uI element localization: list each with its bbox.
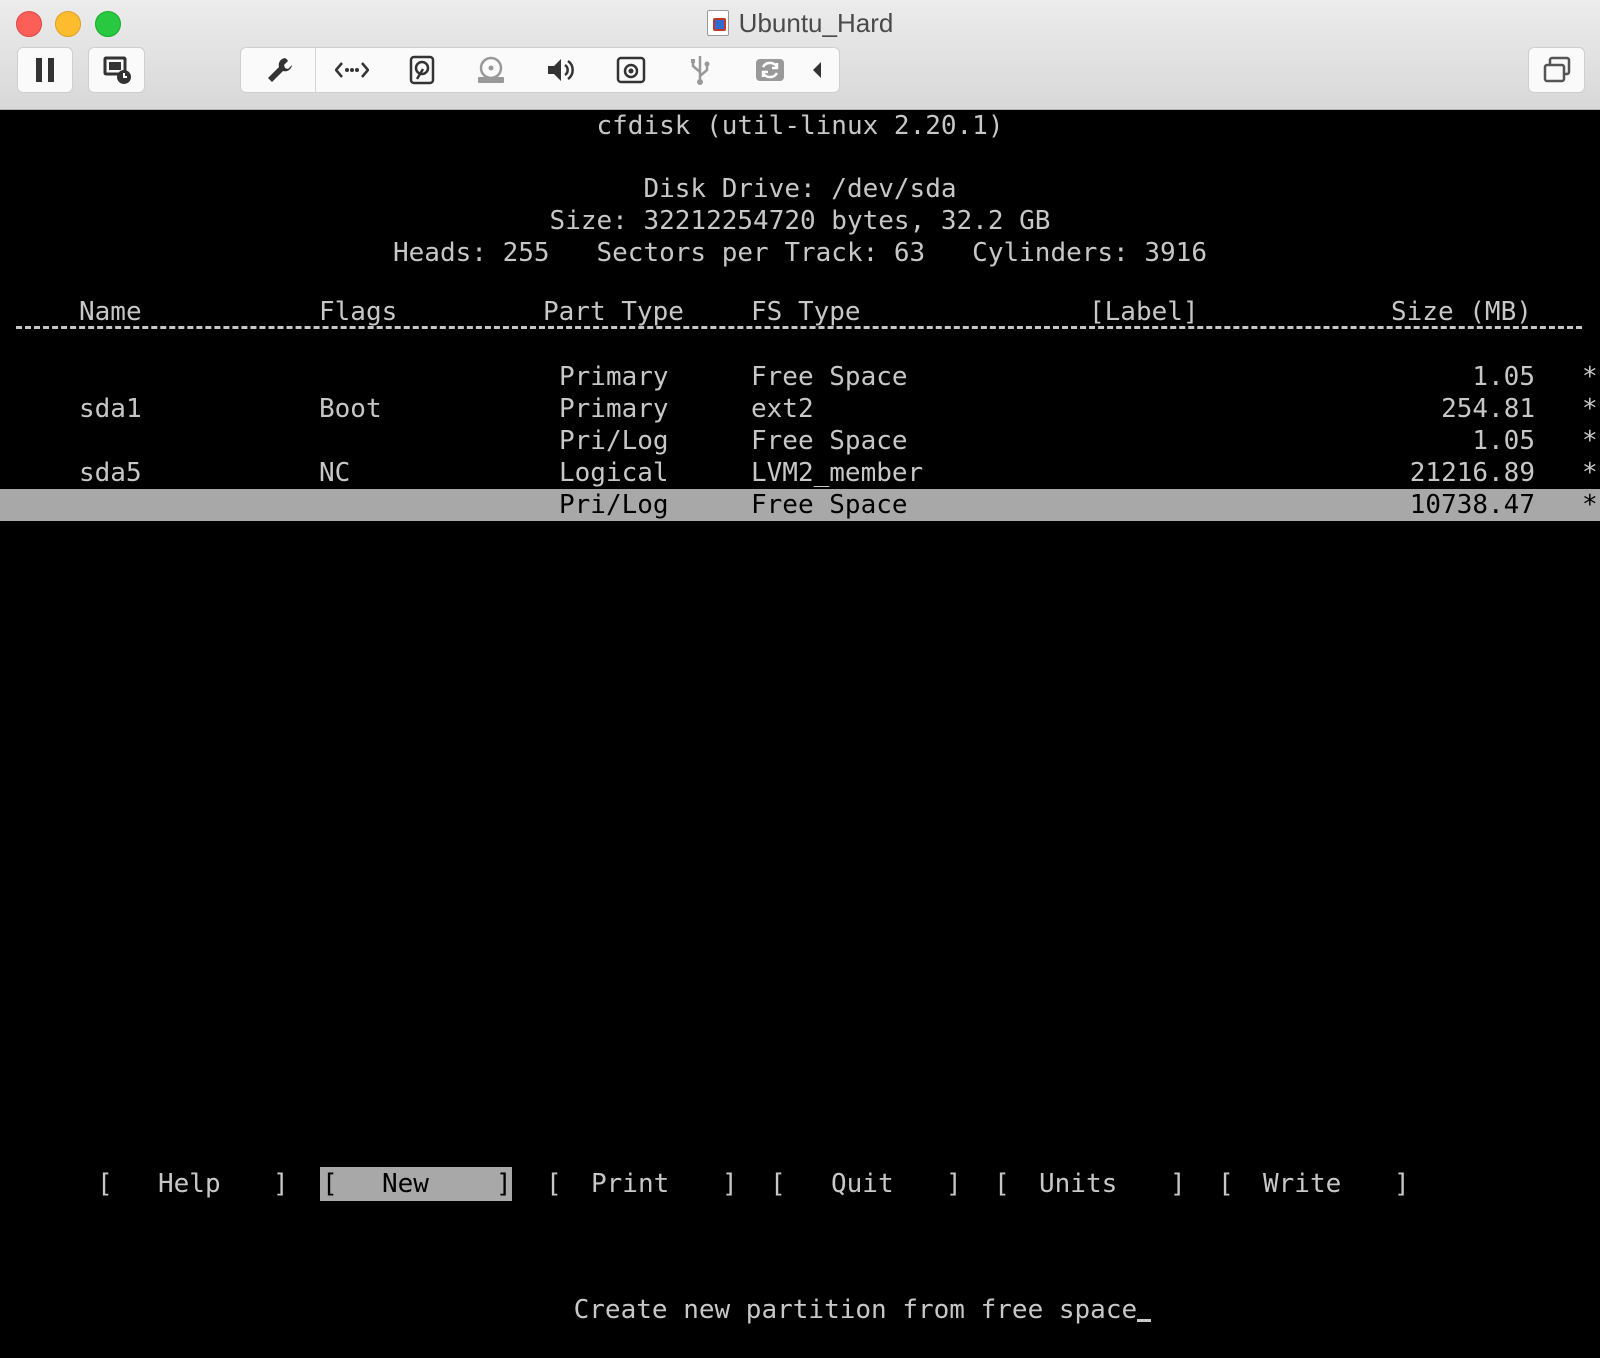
camera-icon <box>616 56 646 84</box>
menu-open-bracket: [ <box>546 1169 562 1199</box>
menu-close-bracket: ] <box>273 1169 289 1199</box>
menu-label: Quit <box>831 1169 894 1199</box>
menu-close-bracket: ] <box>722 1169 738 1199</box>
usb-icon <box>691 56 710 85</box>
menu-label: Write <box>1263 1169 1342 1199</box>
hard-disk-icon <box>409 55 435 85</box>
menu-help[interactable]: [ Help ] <box>95 1167 290 1201</box>
column-header-size: Size (MB) <box>1391 297 1532 327</box>
partition-size: 21216.89 <box>1409 458 1535 488</box>
menu-open-bracket: [ <box>97 1169 113 1199</box>
partition-marker: * <box>1582 362 1598 392</box>
disk-size-line: Size: 32212254720 bytes, 32.2 GB <box>549 206 1051 236</box>
column-header-flags: Flags <box>319 297 398 327</box>
usb-button[interactable] <box>665 48 735 92</box>
partition-size: 254.81 <box>1441 394 1535 424</box>
partition-fs-type: Free Space <box>751 362 908 392</box>
hard-disk-button[interactable] <box>387 48 457 92</box>
cd-dvd-button[interactable] <box>456 48 526 92</box>
header-divider <box>16 326 1582 329</box>
partition-part-type: Pri/Log <box>559 426 669 456</box>
pause-button[interactable] <box>17 47 73 93</box>
partition-part-type: Logical <box>559 458 669 488</box>
unity-window-button[interactable] <box>1528 47 1585 93</box>
sharing-icon <box>756 59 784 81</box>
disk-drive-line: Disk Drive: /dev/sda <box>643 174 957 204</box>
menu-close-bracket: ] <box>1394 1169 1410 1199</box>
menu-print[interactable]: [ Print ] <box>544 1167 739 1201</box>
column-header-fs-type: FS Type <box>751 297 861 327</box>
partition-size: 1.05 <box>1472 362 1535 392</box>
pause-icon <box>36 58 54 82</box>
partition-fs-type: ext2 <box>751 394 814 424</box>
status-line: Create new partition from free space <box>511 1262 1152 1358</box>
menu-quit[interactable]: [ Quit ] <box>768 1167 963 1201</box>
toolbar-separator <box>315 48 316 92</box>
menu-write[interactable]: [ Write ] <box>1216 1167 1411 1201</box>
partition-size: 10738.47 <box>1409 490 1535 520</box>
partition-marker: * <box>1582 426 1598 456</box>
partition-row[interactable]: sda5 NC Logical LVM2_member 21216.89 * <box>0 457 1600 489</box>
partition-marker: * <box>1582 458 1598 488</box>
menu-label: New <box>382 1169 429 1199</box>
wrench-icon <box>268 58 292 82</box>
partition-marker: * <box>1582 394 1598 424</box>
camera-button[interactable] <box>596 48 666 92</box>
partition-fs-type: LVM2_member <box>751 458 924 488</box>
partition-size: 1.05 <box>1472 426 1535 456</box>
sharing-button[interactable] <box>735 48 805 92</box>
menu-open-bracket: [ <box>994 1169 1010 1199</box>
partition-row[interactable]: Primary Free Space 1.05 * <box>0 361 1600 393</box>
column-header-label: [Label] <box>1089 297 1199 327</box>
partition-part-type: Primary <box>559 394 669 424</box>
partition-part-type: Pri/Log <box>559 490 669 520</box>
menu-open-bracket: [ <box>1218 1169 1234 1199</box>
menu-units[interactable]: [ Units ] <box>992 1167 1187 1201</box>
vm-console[interactable]: cfdisk (util-linux 2.20.1) Disk Drive: /… <box>0 110 1600 1325</box>
partition-marker: * <box>1582 490 1598 520</box>
menu-open-bracket: [ <box>322 1169 338 1199</box>
cfdisk-menu: [ Help ] [ New ] [ Print ] [ Quit ] [ Un… <box>0 1167 1600 1201</box>
network-icon <box>335 62 369 78</box>
menu-open-bracket: [ <box>770 1169 786 1199</box>
menu-close-bracket: ] <box>946 1169 962 1199</box>
text-cursor <box>1137 1319 1152 1322</box>
partition-row-selected[interactable]: Pri/Log Free Space 10738.47 * <box>0 489 1600 521</box>
cd-dvd-icon <box>478 56 504 83</box>
window-title: Ubuntu_Hard <box>0 7 1600 39</box>
vm-document-icon <box>706 10 729 36</box>
partition-fs-type: Free Space <box>751 490 908 520</box>
column-header-name: Name <box>79 297 142 327</box>
snapshot-button[interactable] <box>88 47 145 93</box>
sound-icon <box>548 59 574 81</box>
window-icon <box>1543 56 1570 83</box>
status-text: Create new partition from free space <box>573 1295 1138 1325</box>
menu-label: Units <box>1039 1169 1118 1199</box>
partition-flags: NC <box>319 458 351 488</box>
snapshot-icon <box>103 56 131 84</box>
partition-row[interactable]: Pri/Log Free Space 1.05 * <box>0 425 1600 457</box>
partition-row[interactable]: sda1 Boot Primary ext2 254.81 * <box>0 393 1600 425</box>
window-title-text: Ubuntu_Hard <box>738 8 894 38</box>
program-title: cfdisk (util-linux 2.20.1) <box>596 111 1004 141</box>
device-toolbar <box>240 47 840 93</box>
window-titlebar: Ubuntu_Hard <box>0 0 1600 110</box>
partition-flags: Boot <box>319 394 382 424</box>
disk-geometry-line: Heads: 255 Sectors per Track: 63 Cylinde… <box>393 238 1207 268</box>
sound-button[interactable] <box>526 48 596 92</box>
partition-name: sda5 <box>79 458 142 488</box>
menu-label: Print <box>591 1169 670 1199</box>
collapse-toolbar-button[interactable] <box>797 48 837 92</box>
collapse-arrow-icon <box>813 62 821 78</box>
column-header-part-type: Part Type <box>543 297 684 327</box>
menu-label: Help <box>158 1169 221 1199</box>
partition-name: sda1 <box>79 394 142 424</box>
menu-close-bracket: ] <box>1170 1169 1186 1199</box>
network-button[interactable] <box>317 48 387 92</box>
settings-button[interactable] <box>245 48 315 92</box>
partition-fs-type: Free Space <box>751 426 908 456</box>
menu-close-bracket: ] <box>496 1169 512 1199</box>
menu-new[interactable]: [ New ] <box>320 1167 512 1201</box>
partition-part-type: Primary <box>559 362 669 392</box>
